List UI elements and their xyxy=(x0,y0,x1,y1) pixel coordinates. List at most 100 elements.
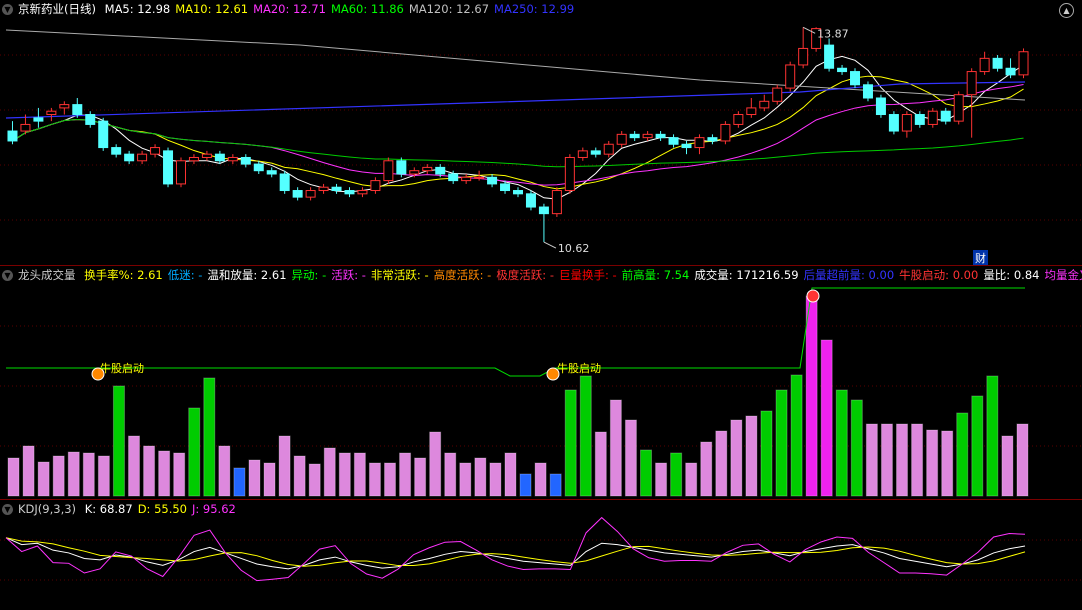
volume-bar[interactable] xyxy=(835,389,848,497)
candle[interactable] xyxy=(759,94,770,112)
volume-bar[interactable] xyxy=(429,431,442,497)
candle[interactable] xyxy=(681,140,692,155)
candle[interactable] xyxy=(953,91,964,125)
candle[interactable] xyxy=(383,157,394,184)
volume-bar[interactable] xyxy=(384,462,396,497)
volume-bar[interactable] xyxy=(278,435,291,497)
candle[interactable] xyxy=(85,111,96,128)
candle[interactable] xyxy=(513,187,523,198)
candle[interactable] xyxy=(7,121,18,145)
volume-bar[interactable] xyxy=(760,410,773,497)
candle[interactable] xyxy=(590,147,601,158)
volume-bar[interactable] xyxy=(338,452,351,497)
candle[interactable] xyxy=(850,68,861,89)
volume-bar[interactable] xyxy=(790,374,803,497)
candle[interactable] xyxy=(1005,58,1016,79)
candle[interactable] xyxy=(1018,48,1029,79)
financial-badge[interactable]: 财 xyxy=(973,250,988,266)
volume-chart[interactable] xyxy=(0,266,1082,498)
candle[interactable] xyxy=(785,61,796,92)
candle[interactable] xyxy=(798,27,809,69)
chevron-down-icon[interactable]: ▼ xyxy=(2,270,13,281)
collapse-icon[interactable]: ▲ xyxy=(1059,3,1074,18)
candle[interactable] xyxy=(979,51,990,75)
volume-bar[interactable] xyxy=(820,339,833,497)
candle[interactable] xyxy=(694,134,705,155)
volume-bar[interactable] xyxy=(459,462,472,497)
volume-bar[interactable] xyxy=(971,395,984,497)
volume-bar[interactable] xyxy=(865,423,878,497)
candle[interactable] xyxy=(927,107,938,128)
candle[interactable] xyxy=(344,187,355,198)
volume-bar[interactable] xyxy=(745,415,758,497)
volume-bar[interactable] xyxy=(730,419,743,497)
volume-bar[interactable] xyxy=(880,423,893,497)
candle[interactable] xyxy=(875,94,886,118)
candle[interactable] xyxy=(59,101,70,115)
volume-bar[interactable] xyxy=(504,452,517,497)
volume-bar[interactable] xyxy=(399,452,412,497)
volume-bar[interactable] xyxy=(474,457,487,497)
candle[interactable] xyxy=(707,134,718,145)
candle[interactable] xyxy=(163,147,174,188)
volume-bar[interactable] xyxy=(956,412,969,497)
volume-bar[interactable] xyxy=(218,445,231,497)
candle[interactable] xyxy=(227,154,238,165)
candle[interactable] xyxy=(772,84,783,105)
candle[interactable] xyxy=(396,157,407,178)
candle[interactable] xyxy=(331,183,342,194)
candle[interactable] xyxy=(150,144,161,158)
candle[interactable] xyxy=(33,107,44,128)
candle[interactable] xyxy=(603,140,614,158)
volume-bar[interactable] xyxy=(203,377,216,497)
volume-bar[interactable] xyxy=(926,429,939,497)
volume-bar[interactable] xyxy=(414,457,427,497)
candle[interactable] xyxy=(370,177,381,194)
candle[interactable] xyxy=(824,38,835,72)
volume-bar[interactable] xyxy=(775,389,788,497)
candle[interactable] xyxy=(461,174,472,184)
candle[interactable] xyxy=(111,144,122,158)
volume-bar[interactable] xyxy=(489,462,502,497)
candle[interactable] xyxy=(318,183,329,194)
volume-bar[interactable] xyxy=(7,457,20,497)
candle[interactable] xyxy=(409,167,420,178)
candle[interactable] xyxy=(901,111,912,138)
candle[interactable] xyxy=(357,187,368,198)
candle[interactable] xyxy=(577,147,588,161)
volume-bar[interactable] xyxy=(158,450,171,497)
volume-bar[interactable] xyxy=(353,452,366,497)
volume-bar[interactable] xyxy=(97,455,110,497)
volume-bar[interactable] xyxy=(52,455,65,497)
volume-bar[interactable] xyxy=(911,423,924,497)
volume-bar[interactable] xyxy=(308,463,321,497)
candle[interactable] xyxy=(746,98,757,118)
candle[interactable] xyxy=(266,167,277,178)
volume-bar[interactable] xyxy=(1001,435,1014,497)
candle[interactable] xyxy=(862,81,873,102)
candle[interactable] xyxy=(914,111,925,128)
volume-bar[interactable] xyxy=(850,399,863,497)
volume-bar[interactable] xyxy=(22,445,35,497)
candle[interactable] xyxy=(72,98,83,118)
candle[interactable] xyxy=(888,111,899,135)
candle[interactable] xyxy=(201,150,212,161)
volume-bar[interactable] xyxy=(233,467,246,497)
candle[interactable] xyxy=(305,187,316,201)
candle[interactable] xyxy=(188,154,199,165)
price-chart[interactable]: 13.87 10.62 xyxy=(0,0,1082,264)
candle[interactable] xyxy=(564,154,575,194)
candle[interactable] xyxy=(992,55,1003,72)
candle[interactable] xyxy=(616,131,627,148)
volume-bar[interactable] xyxy=(685,462,698,497)
volume-bar[interactable] xyxy=(549,473,562,497)
candle[interactable] xyxy=(629,131,640,141)
chevron-down-icon[interactable]: ▼ xyxy=(2,504,13,515)
volume-bar[interactable] xyxy=(655,462,668,497)
volume-bar[interactable] xyxy=(444,452,457,497)
volume-bar[interactable] xyxy=(112,385,125,497)
volume-bar[interactable] xyxy=(82,452,95,497)
volume-bar[interactable] xyxy=(323,447,336,497)
volume-bar[interactable] xyxy=(37,461,50,497)
candle[interactable] xyxy=(655,131,666,141)
